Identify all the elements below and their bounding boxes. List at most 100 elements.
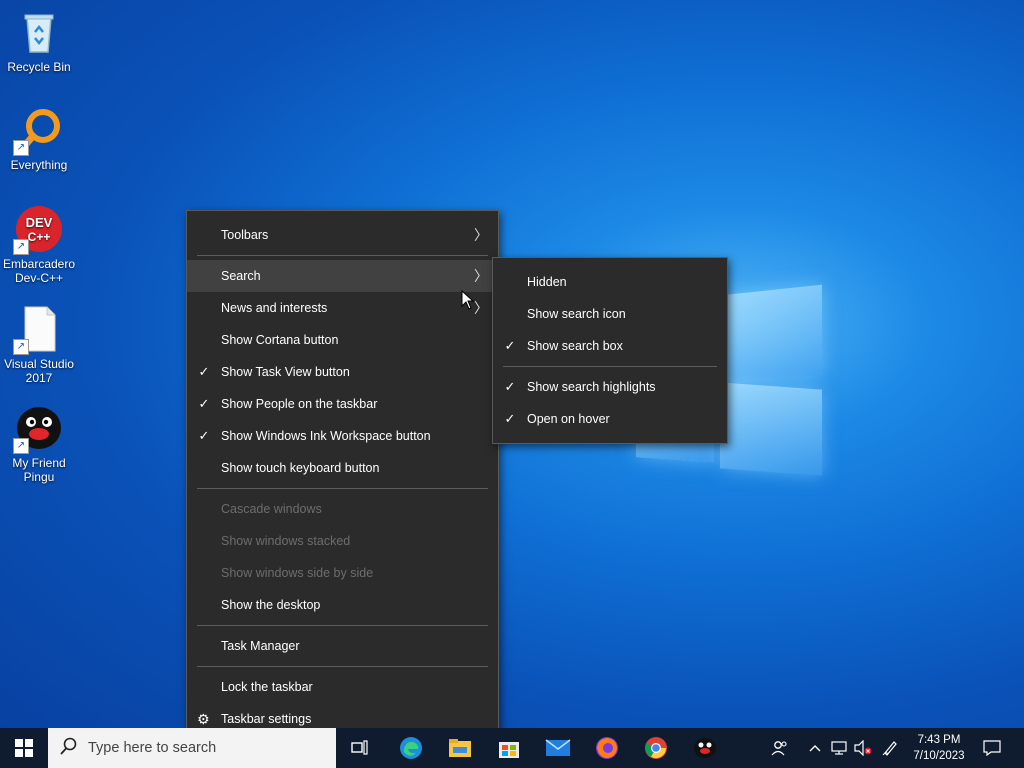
menu-item-label: Taskbar settings (221, 712, 312, 726)
menu-separator (503, 366, 717, 367)
taskbar-context-menu: Toolbars 〉 Search 〉 News and interests 〉… (186, 210, 499, 744)
network-icon (831, 741, 847, 755)
desktop-icon-label: My Friend Pingu (12, 456, 66, 484)
taskbar-app-store[interactable] (487, 728, 531, 768)
taskbar-app-file-explorer[interactable] (438, 728, 482, 768)
store-icon (499, 742, 519, 758)
start-button[interactable] (0, 728, 48, 768)
menu-item-show-task-view-button[interactable]: ✓ Show Task View button (187, 356, 498, 388)
menu-item-show-ink-workspace[interactable]: ✓ Show Windows Ink Workspace button (187, 420, 498, 452)
volume-button[interactable] (852, 728, 874, 768)
action-center-button[interactable] (978, 728, 1006, 768)
menu-item-label: Cascade windows (221, 502, 322, 516)
menu-item-label: Lock the taskbar (221, 680, 313, 694)
recycle-bin-icon (15, 8, 63, 56)
menu-item-show-cortana-button[interactable]: Show Cortana button (187, 324, 498, 356)
submenu-item-hidden[interactable]: Hidden (493, 266, 727, 298)
shortcut-arrow-icon: ↗ (13, 239, 29, 255)
chrome-icon (645, 737, 667, 759)
taskbar-search-box[interactable]: Type here to search (48, 728, 336, 768)
menu-item-toolbars[interactable]: Toolbars 〉 (187, 219, 498, 251)
taskbar-app-chrome[interactable] (634, 728, 678, 768)
people-icon (771, 741, 787, 756)
menu-item-cascade-windows: Cascade windows (187, 493, 498, 525)
submenu-item-show-search-box[interactable]: ✓ Show search box (493, 330, 727, 362)
clock-time: 7:43 PM (917, 734, 961, 746)
desktop-icon-visual-studio[interactable]: ↗ Visual Studio 2017 (0, 305, 78, 385)
menu-item-label: Show search box (527, 339, 623, 353)
menu-separator (197, 488, 488, 489)
windows-ink-button[interactable] (878, 728, 902, 768)
taskbar: Type here to search 7:43 PM 7/10/2023 (0, 728, 1024, 768)
taskbar-app-firefox[interactable] (585, 728, 629, 768)
menu-item-show-touch-keyboard[interactable]: Show touch keyboard button (187, 452, 498, 484)
menu-item-label: Show Cortana button (221, 333, 339, 347)
chevron-up-icon (809, 745, 821, 752)
taskbar-clock[interactable]: 7:43 PM 7/10/2023 (903, 732, 975, 764)
menu-item-show-the-desktop[interactable]: Show the desktop (187, 589, 498, 621)
menu-item-label: Open on hover (527, 412, 610, 426)
desktop-icon-label: Everything (10, 158, 68, 172)
task-view-button[interactable] (338, 728, 382, 768)
menu-item-label: Search (221, 269, 261, 283)
everything-search-icon: ↗ (13, 106, 63, 156)
menu-item-label: Hidden (527, 275, 567, 289)
menu-item-label: Show windows stacked (221, 534, 351, 548)
mail-icon (545, 739, 571, 756)
mouse-cursor-icon (461, 289, 475, 315)
menu-separator (197, 666, 488, 667)
menu-item-news-and-interests[interactable]: News and interests 〉 (187, 292, 498, 324)
desktop-icon-everything[interactable]: ↗ Everything (0, 106, 78, 172)
menu-item-label: Show People on the taskbar (221, 397, 378, 411)
chevron-right-icon: 〉 (474, 300, 488, 316)
submenu-item-show-search-highlights[interactable]: ✓ Show search highlights (493, 371, 727, 403)
network-button[interactable] (828, 728, 850, 768)
dev-cpp-icon: DEV C++ ↗ (13, 205, 63, 255)
menu-item-show-windows-stacked: Show windows stacked (187, 525, 498, 557)
desktop-icon-label: Embarcadero Dev-C++ (2, 257, 76, 285)
pingu-icon (694, 738, 716, 758)
check-icon: ✓ (198, 364, 210, 379)
svg-text:DEV: DEV (26, 215, 53, 230)
desktop-icon-pingu[interactable]: ↗ My Friend Pingu (0, 404, 78, 484)
menu-item-show-people[interactable]: ✓ Show People on the taskbar (187, 388, 498, 420)
volume-muted-icon (854, 740, 872, 756)
desktop-icon-dev-cpp[interactable]: DEV C++ ↗ Embarcadero Dev-C++ (0, 205, 78, 285)
check-icon: ✓ (504, 411, 516, 426)
menu-item-label: Task Manager (221, 639, 300, 653)
menu-separator (197, 255, 488, 256)
desktop-icon-recycle-bin[interactable]: Recycle Bin (0, 8, 78, 74)
shortcut-arrow-icon: ↗ (13, 140, 29, 156)
check-icon: ✓ (504, 379, 516, 394)
menu-item-search[interactable]: Search 〉 (187, 260, 498, 292)
windows-start-icon (15, 739, 33, 757)
menu-item-label: Show Task View button (221, 365, 350, 379)
submenu-item-show-search-icon[interactable]: Show search icon (493, 298, 727, 330)
menu-item-label: Toolbars (221, 228, 269, 242)
people-button[interactable] (766, 728, 794, 768)
menu-item-label: Show Windows Ink Workspace button (221, 429, 431, 443)
submenu-item-open-on-hover[interactable]: ✓ Open on hover (493, 403, 727, 435)
taskbar-app-edge[interactable] (389, 728, 433, 768)
desktop-icon-label: Visual Studio 2017 (4, 357, 74, 385)
svg-text:C++: C++ (28, 230, 51, 244)
menu-item-task-manager[interactable]: Task Manager (187, 630, 498, 662)
check-icon: ✓ (504, 338, 516, 353)
notification-icon (983, 740, 1001, 756)
shortcut-arrow-icon: ↗ (13, 339, 29, 355)
blank-file-icon: ↗ (13, 305, 63, 355)
menu-item-label: Show touch keyboard button (221, 461, 380, 475)
taskbar-app-mail[interactable] (536, 728, 580, 768)
menu-item-label: News and interests (221, 301, 328, 315)
show-hidden-icons-button[interactable] (804, 728, 826, 768)
menu-item-lock-the-taskbar[interactable]: Lock the taskbar (187, 671, 498, 703)
edge-icon (400, 737, 422, 759)
pen-icon (882, 741, 897, 756)
menu-item-label: Show windows side by side (221, 566, 374, 580)
chevron-right-icon: 〉 (474, 227, 488, 243)
chevron-right-icon: 〉 (474, 268, 488, 284)
file-explorer-icon (449, 739, 471, 757)
taskbar-app-pingu[interactable] (683, 728, 727, 768)
menu-separator (197, 625, 488, 626)
menu-item-label: Show search icon (527, 307, 626, 321)
